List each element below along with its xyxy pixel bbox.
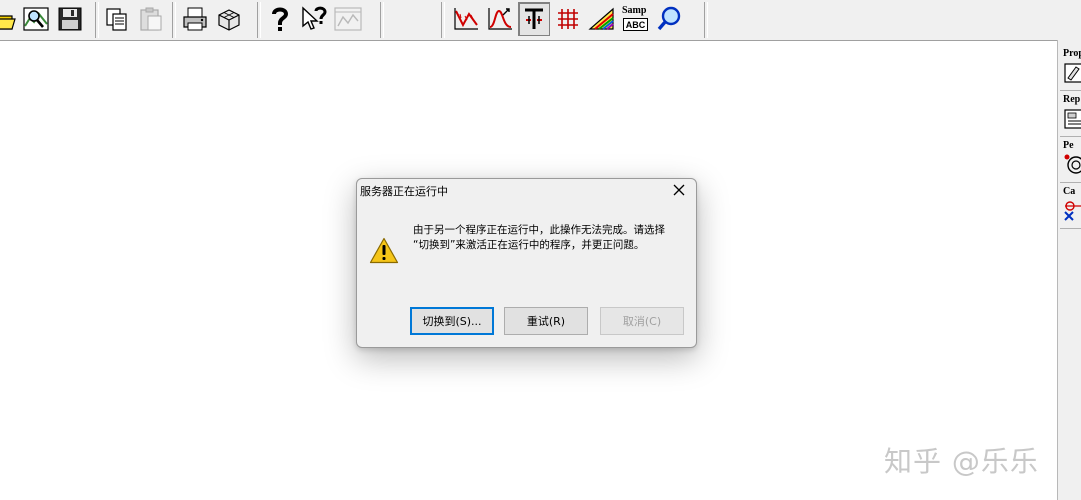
panel-item-report[interactable]: Rep bbox=[1060, 92, 1081, 137]
paste-icon bbox=[140, 7, 162, 31]
watermark: 知乎 @乐乐 bbox=[884, 445, 1039, 478]
color-map-button[interactable] bbox=[586, 2, 618, 36]
question-mark-icon bbox=[272, 7, 289, 31]
help-button[interactable] bbox=[264, 2, 296, 36]
paste-button[interactable] bbox=[135, 2, 167, 36]
toolbar-separator bbox=[257, 2, 261, 38]
print-button[interactable] bbox=[179, 2, 211, 36]
preview-button[interactable] bbox=[20, 2, 52, 36]
red-trend-chart-icon bbox=[454, 8, 478, 30]
toolbar-separator bbox=[704, 2, 708, 38]
sample-abc-button[interactable]: Samp ABC bbox=[620, 2, 652, 36]
toolbar-group-clipboard bbox=[101, 0, 169, 38]
peak-curve-icon bbox=[488, 8, 512, 30]
open-folder-icon bbox=[0, 15, 16, 30]
toolbar-group-file bbox=[0, 0, 88, 38]
toolbar-group-analysis: Samp ABC bbox=[450, 0, 688, 38]
main-toolbar: Samp ABC bbox=[0, 0, 1081, 41]
printer-icon bbox=[183, 7, 207, 31]
peak-detect-button[interactable] bbox=[484, 2, 516, 36]
zoom-preview-icon bbox=[23, 7, 49, 31]
toolbar-group-help bbox=[264, 0, 366, 38]
trend-button[interactable] bbox=[450, 2, 482, 36]
context-help-button[interactable] bbox=[298, 2, 330, 36]
grid-button[interactable] bbox=[552, 2, 584, 36]
dialog-close-button[interactable] bbox=[668, 181, 690, 199]
chart-window-button[interactable] bbox=[332, 2, 364, 36]
copy-button[interactable] bbox=[101, 2, 133, 36]
open-file-button[interactable] bbox=[0, 2, 18, 36]
copy-icon bbox=[106, 8, 127, 31]
panel-item-calibration[interactable]: Ca bbox=[1060, 184, 1081, 229]
panel-item-label: Pe bbox=[1063, 140, 1074, 151]
toolbar-group-print bbox=[179, 0, 247, 38]
close-icon bbox=[673, 184, 685, 196]
toolbar-separator bbox=[380, 2, 384, 38]
red-grid-icon bbox=[558, 9, 578, 29]
calibration-cross-icon bbox=[1064, 201, 1081, 221]
rainbow-ruler-icon bbox=[588, 7, 614, 30]
sample-label-top: Samp bbox=[622, 5, 647, 16]
panel-item-peak[interactable]: Pe bbox=[1060, 138, 1081, 183]
sample-abc-icon: Samp ABC bbox=[622, 4, 650, 34]
dialog-message-line: “切换到”来激活正在运行中的程序，并更正问题。 bbox=[413, 239, 645, 251]
panel-item-label: Prop bbox=[1063, 48, 1081, 59]
peak-target-icon bbox=[1064, 154, 1081, 174]
toolbar-separator bbox=[172, 2, 176, 38]
panel-item-label: Rep bbox=[1063, 94, 1081, 105]
server-busy-dialog: 服务器正在运行中 由于另一个程序正在运行中，此操作无法完成。请选择 “切换到”来… bbox=[356, 178, 697, 348]
dialog-message: 由于另一个程序正在运行中，此操作无法完成。请选择 “切换到”来激活正在运行中的程… bbox=[413, 223, 665, 253]
chart-window-icon bbox=[334, 7, 362, 31]
cube-3d-icon bbox=[218, 9, 240, 31]
dialog-title: 服务器正在运行中 bbox=[360, 185, 448, 198]
3d-view-button[interactable] bbox=[213, 2, 245, 36]
cancel-button[interactable]: 取消(C) bbox=[600, 307, 684, 335]
pointer-help-icon bbox=[302, 6, 327, 30]
zoom-button[interactable] bbox=[654, 2, 686, 36]
marker-tee-icon bbox=[525, 8, 543, 29]
panel-item-label: Ca bbox=[1063, 186, 1076, 197]
toolbar-separator bbox=[95, 2, 99, 38]
panel-item-properties[interactable]: Prop bbox=[1060, 46, 1081, 91]
marker-button[interactable] bbox=[518, 2, 550, 36]
properties-icon bbox=[1064, 63, 1081, 83]
save-button[interactable] bbox=[54, 2, 86, 36]
magnifier-icon bbox=[657, 6, 681, 31]
floppy-disk-icon bbox=[58, 7, 82, 31]
dialog-message-line: 由于另一个程序正在运行中，此操作无法完成。请选择 bbox=[413, 224, 665, 236]
switch-to-button[interactable]: 切换到(S)... bbox=[410, 307, 494, 335]
toolbar-separator bbox=[441, 2, 445, 38]
retry-button[interactable]: 重试(R) bbox=[504, 307, 588, 335]
warning-icon bbox=[369, 237, 399, 264]
right-side-panel: Prop Rep Pe Ca bbox=[1057, 40, 1081, 500]
sample-label-bottom: ABC bbox=[623, 18, 648, 31]
report-icon bbox=[1064, 109, 1081, 129]
